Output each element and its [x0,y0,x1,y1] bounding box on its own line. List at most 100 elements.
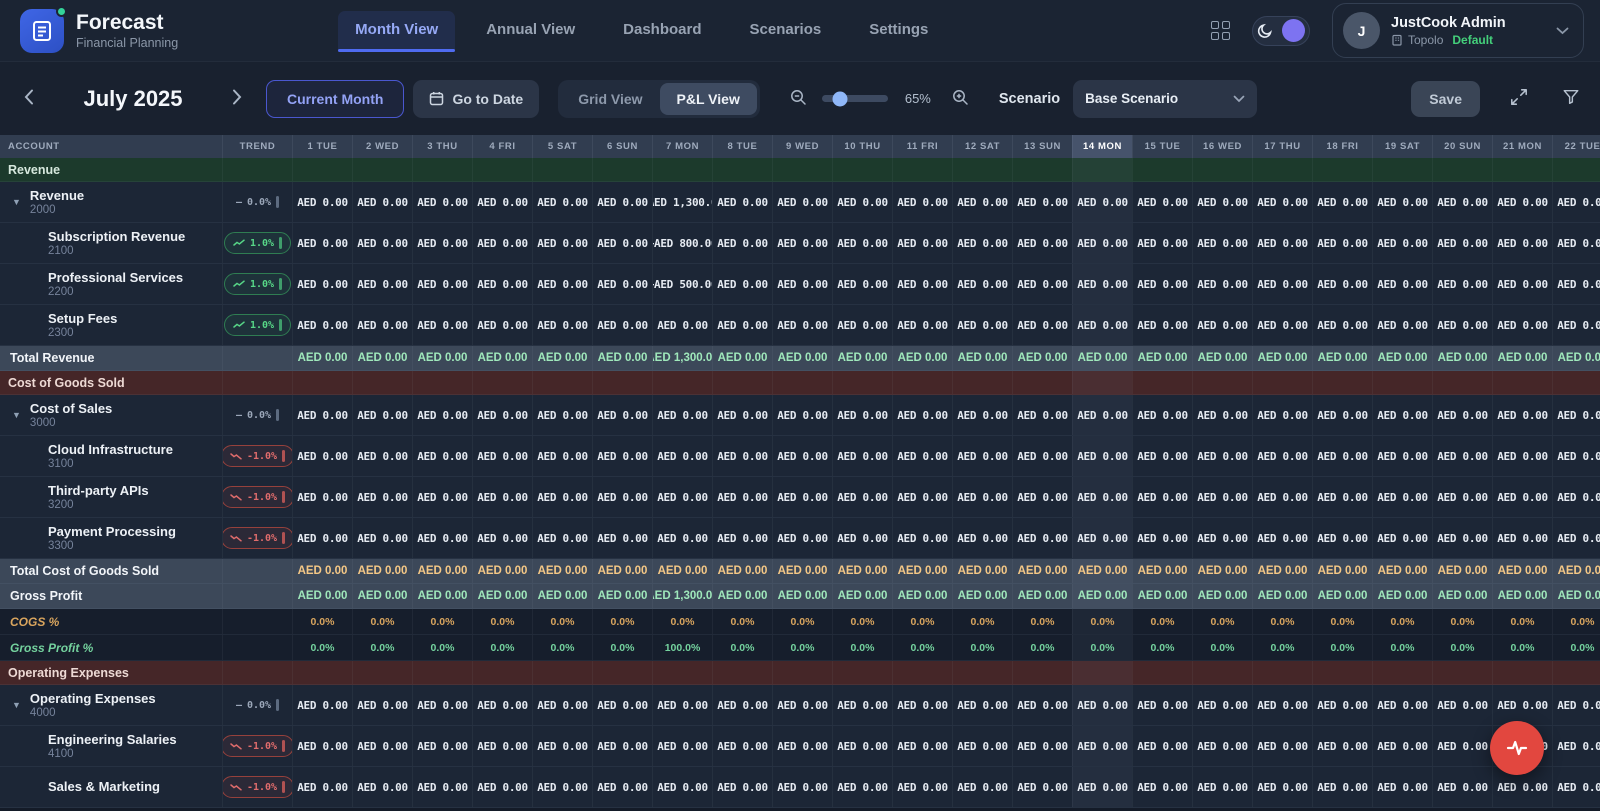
day-cell[interactable]: AED 0.00 [772,305,832,345]
day-cell[interactable]: AED 0.00 [1192,767,1252,807]
day-cell[interactable]: AED 0.00 [832,305,892,345]
day-cell[interactable]: AED 0.00 [1432,182,1492,222]
day-cell[interactable]: AED 0.00 [952,767,1012,807]
day-cell[interactable]: AED 0.00 [1072,518,1132,558]
day-cell[interactable]: AED 0.00 [952,182,1012,222]
section-row[interactable]: Revenue [0,158,1600,182]
day-cell[interactable]: AED 0.00 [1132,518,1192,558]
day-cell[interactable]: AED 0.00 [1252,477,1312,517]
day-cell[interactable]: AED 0.00 [412,305,472,345]
day-cell[interactable]: AED 0.00 [712,685,772,725]
day-cell[interactable]: AED 0.00 [1012,182,1072,222]
day-cell[interactable]: AED 0.00 [772,477,832,517]
day-cell[interactable]: AED 0.00 [952,477,1012,517]
day-cell[interactable]: AED 0.00 [532,436,592,476]
day-cell[interactable]: AED 0.00 [1552,685,1600,725]
day-cell[interactable]: AED 0.00 [1132,395,1192,435]
day-cell[interactable]: AED 0.00 [352,395,412,435]
day-cell[interactable]: AED 0.00 [952,685,1012,725]
day-cell[interactable]: AED 0.00 [532,223,592,263]
day-cell[interactable]: AED 0.00 [352,182,412,222]
day-cell[interactable]: AED 0.00 [712,305,772,345]
day-cell[interactable]: AED 0.00 [1312,726,1372,766]
day-cell[interactable]: AED 0.00 [1432,767,1492,807]
day-cell[interactable]: AED 0.00 [712,223,772,263]
day-cell[interactable]: AED 0.00 [952,726,1012,766]
day-cell[interactable]: AED 0.00 [1072,223,1132,263]
scenario-select[interactable]: Base Scenario [1073,80,1257,118]
day-cell[interactable]: AED 0.00 [1012,305,1072,345]
day-cell[interactable]: AED 0.00 [832,685,892,725]
day-cell[interactable]: AED 0.00 [1132,436,1192,476]
day-cell[interactable]: AED 0.00 [1312,395,1372,435]
account-row[interactable]: Engineering Salaries4100-1.0%AED 0.00AED… [0,726,1600,767]
theme-toggle[interactable] [1252,16,1310,46]
account-row[interactable]: Subscription Revenue21001.0%AED 0.00AED … [0,223,1600,264]
day-cell[interactable]: AED 0.00 [832,223,892,263]
prev-month-button[interactable] [14,83,44,114]
day-cell[interactable]: AED 0.00 [892,395,952,435]
day-cell[interactable]: AED 0.00 [772,726,832,766]
day-cell[interactable]: AED 0.00 [1072,767,1132,807]
day-cell[interactable]: AED 0.00 [592,477,652,517]
day-cell[interactable]: AED 0.00 [772,767,832,807]
day-cell[interactable]: AED 0.00 [772,518,832,558]
day-cell[interactable]: AED 0.00 [1012,436,1072,476]
day-cell[interactable]: AED 0.00 [1072,305,1132,345]
day-cell[interactable]: AED 0.00 [1312,182,1372,222]
day-cell[interactable]: AED 0.00 [1072,182,1132,222]
day-cell[interactable]: AED 0.00 [292,395,352,435]
day-cell[interactable]: AED 0.00 [1252,436,1312,476]
day-cell[interactable]: AED 0.00 [952,223,1012,263]
activity-fab[interactable] [1490,721,1544,775]
day-cell[interactable]: AED 0.00 [712,395,772,435]
day-cell[interactable]: AED 0.00 [1552,477,1600,517]
day-cell[interactable]: AED 0.00 [592,182,652,222]
next-month-button[interactable] [222,83,252,114]
day-cell[interactable]: AED 0.00 [592,518,652,558]
day-cell[interactable]: AED 0.00 [1432,726,1492,766]
day-cell[interactable]: AED 0.00 [1192,264,1252,304]
day-cell[interactable]: +AED 500.00 [652,264,712,304]
day-cell[interactable]: AED 0.00 [352,305,412,345]
account-row[interactable]: Sales & Marketing-1.0%AED 0.00AED 0.00AE… [0,767,1600,808]
account-row[interactable]: ▼Operating Expenses4000—0.0%AED 0.00AED … [0,685,1600,726]
day-cell[interactable]: AED 0.00 [412,395,472,435]
day-cell[interactable]: AED 0.00 [772,182,832,222]
day-cell[interactable]: AED 0.00 [532,395,592,435]
day-cell[interactable]: AED 0.00 [1192,223,1252,263]
day-cell[interactable]: AED 0.00 [1372,477,1432,517]
day-cell[interactable]: AED 0.00 [1072,395,1132,435]
day-cell[interactable]: AED 0.00 [1132,767,1192,807]
day-cell[interactable]: AED 0.00 [472,726,532,766]
day-cell[interactable]: AED 0.00 [1492,264,1552,304]
day-cell[interactable]: AED 0.00 [472,767,532,807]
day-cell[interactable]: AED 0.00 [292,264,352,304]
day-cell[interactable]: AED 0.00 [412,767,472,807]
day-cell[interactable]: AED 0.00 [1192,685,1252,725]
day-cell[interactable]: AED 0.00 [1372,685,1432,725]
day-cell[interactable]: AED 0.00 [892,223,952,263]
day-cell[interactable]: AED 0.00 [1132,182,1192,222]
day-cell[interactable]: AED 0.00 [1492,685,1552,725]
day-cell[interactable]: AED 0.00 [1252,726,1312,766]
day-cell[interactable]: AED 0.00 [1252,305,1312,345]
day-cell[interactable]: AED 0.00 [1372,767,1432,807]
day-cell[interactable]: AED 0.00 [1372,518,1432,558]
day-cell[interactable]: AED 0.00 [952,518,1012,558]
day-cell[interactable]: AED 0.00 [1372,182,1432,222]
day-cell[interactable]: AED 0.00 [1432,477,1492,517]
user-menu[interactable]: J JustCook Admin Topolo Default [1332,3,1584,58]
nav-annual-view[interactable]: Annual View [469,11,592,50]
fullscreen-button[interactable] [1506,84,1532,113]
day-cell[interactable]: AED 0.00 [1492,477,1552,517]
day-cell[interactable]: AED 0.00 [652,395,712,435]
day-cell[interactable]: AED 0.00 [472,264,532,304]
day-cell[interactable]: AED 0.00 [1252,395,1312,435]
day-cell[interactable]: AED 0.00 [1372,726,1432,766]
account-row[interactable]: Payment Processing3300-1.0%AED 0.00AED 0… [0,518,1600,559]
day-cell[interactable]: AED 0.00 [1072,477,1132,517]
day-cell[interactable]: AED 0.00 [1372,223,1432,263]
day-cell[interactable]: AED 0.00 [1252,767,1312,807]
day-cell[interactable]: +AED 1,300.00 [652,182,712,222]
